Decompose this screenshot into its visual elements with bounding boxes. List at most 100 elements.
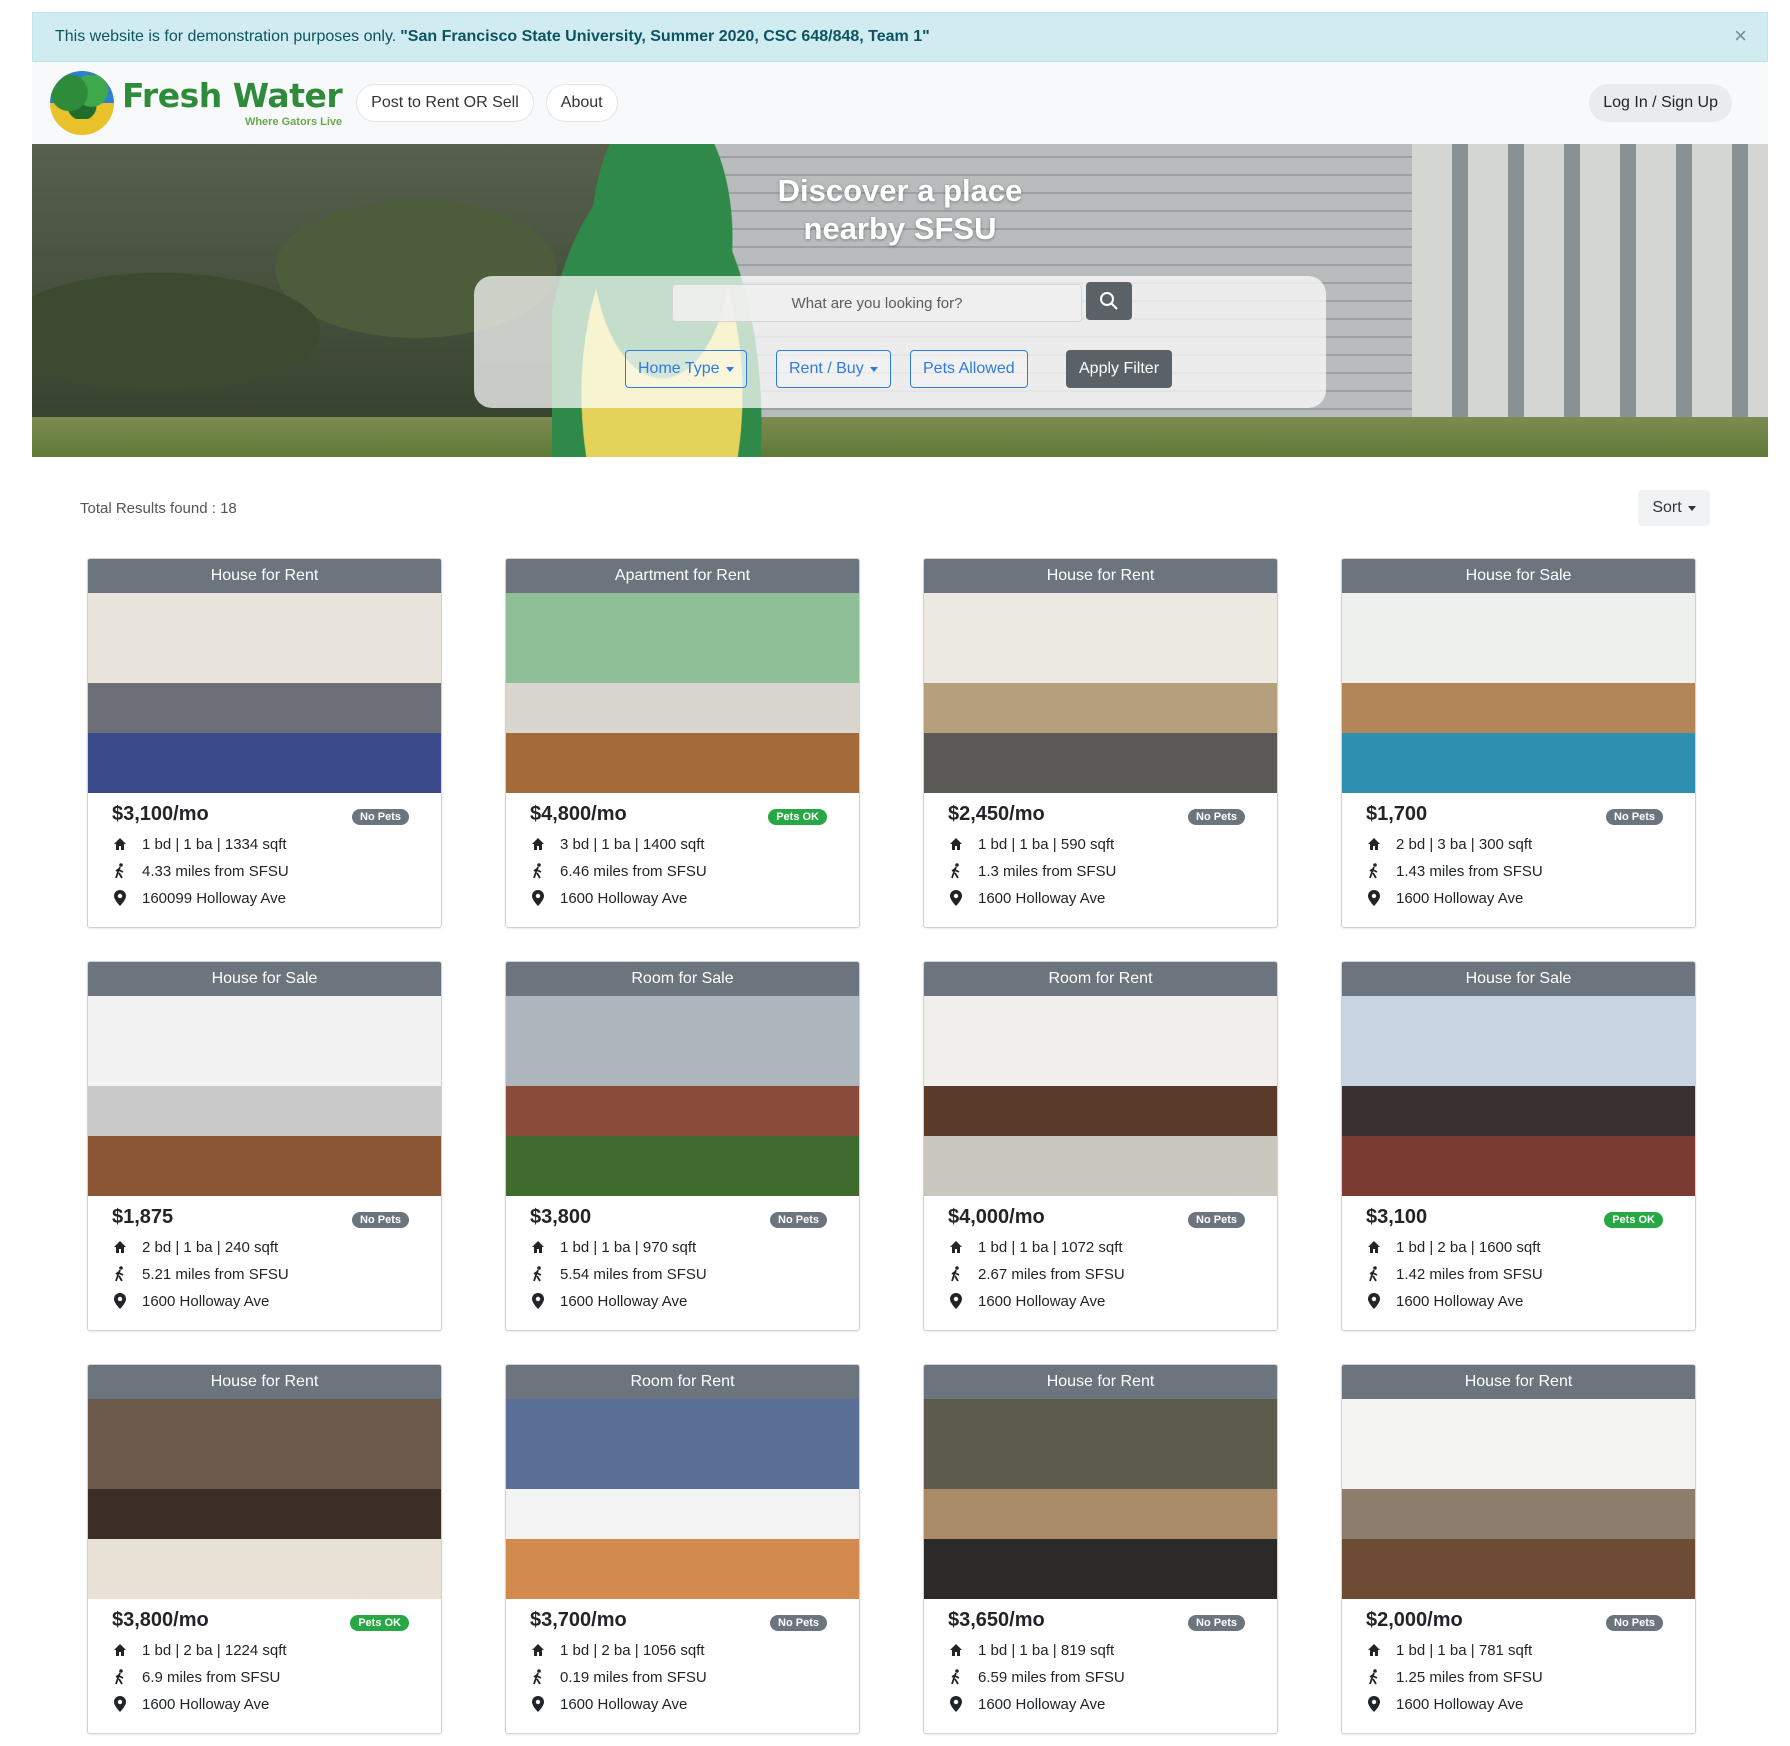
listing-photo[interactable]: [506, 996, 859, 1196]
home-icon: [112, 1642, 128, 1658]
map-pin-icon: [948, 1293, 964, 1309]
login-signup-button[interactable]: Log In / Sign Up: [1589, 84, 1732, 122]
pets-badge: Pets OK: [768, 809, 827, 825]
listing-address: 1600 Holloway Ave: [1396, 1695, 1524, 1713]
listing-card[interactable]: Room for Rent $3,700/mo No Pets 1 bd | 2 ba…: [505, 1364, 860, 1734]
listing-card[interactable]: Room for Sale $3,800 No Pets 1 bd | 1 ba | …: [505, 961, 860, 1331]
listing-photo[interactable]: [924, 593, 1277, 793]
walking-icon: [112, 863, 128, 879]
listing-distance: 4.33 miles from SFSU: [142, 862, 289, 880]
listing-photo[interactable]: [88, 593, 441, 793]
walking-icon: [530, 1669, 546, 1685]
listing-distance: 6.46 miles from SFSU: [560, 862, 707, 880]
home-icon: [530, 1642, 546, 1658]
walking-icon: [948, 1669, 964, 1685]
walking-icon: [530, 1266, 546, 1282]
listing-specs: 3 bd | 1 ba | 1400 sqft: [560, 835, 705, 853]
demo-banner: This website is for demonstration purpos…: [32, 12, 1768, 62]
pets-badge: Pets OK: [1604, 1212, 1663, 1228]
home-icon: [530, 836, 546, 852]
listing-distance: 5.21 miles from SFSU: [142, 1265, 289, 1283]
listing-specs: 2 bd | 3 ba | 300 sqft: [1396, 835, 1533, 853]
listing-card[interactable]: House for Rent $3,100/mo No Pets 1 bd | 1 b…: [87, 558, 442, 928]
walking-icon: [1366, 1266, 1382, 1282]
listing-distance: 1.43 miles from SFSU: [1396, 862, 1543, 880]
map-pin-icon: [1366, 1696, 1382, 1712]
sort-dropdown[interactable]: Sort: [1638, 490, 1710, 526]
apply-filter-button[interactable]: Apply Filter: [1066, 350, 1173, 388]
pets-allowed-toggle[interactable]: Pets Allowed: [910, 350, 1028, 388]
listing-specs: 1 bd | 2 ba | 1224 sqft: [142, 1641, 287, 1659]
listing-distance: 6.59 miles from SFSU: [978, 1668, 1125, 1686]
page-frame: This website is for demonstration purpos…: [32, 12, 1768, 457]
listing-type: House for Rent: [924, 559, 1277, 593]
listing-card[interactable]: Room for Rent $4,000/mo No Pets 1 bd | 1 ba…: [923, 961, 1278, 1331]
listing-specs: 2 bd | 1 ba | 240 sqft: [142, 1238, 279, 1256]
home-type-dropdown[interactable]: Home Type: [625, 350, 747, 388]
close-icon[interactable]: ×: [1734, 25, 1747, 47]
map-pin-icon: [1366, 1293, 1382, 1309]
listing-photo[interactable]: [88, 1399, 441, 1599]
listing-specs: 1 bd | 1 ba | 819 sqft: [978, 1641, 1115, 1659]
listing-type: Room for Rent: [506, 1365, 859, 1399]
banner-highlight: "San Francisco State University, Summer …: [400, 28, 930, 45]
pets-badge: No Pets: [1188, 809, 1245, 825]
home-icon: [948, 1642, 964, 1658]
listing-distance: 5.54 miles from SFSU: [560, 1265, 707, 1283]
listing-distance: 6.9 miles from SFSU: [142, 1668, 281, 1686]
listing-card[interactable]: House for Rent $3,650/mo No Pets 1 bd | 1 b…: [923, 1364, 1278, 1734]
listing-photo[interactable]: [1342, 593, 1695, 793]
map-pin-icon: [1366, 890, 1382, 906]
listing-photo[interactable]: [924, 1399, 1277, 1599]
caret-down-icon: [869, 366, 878, 372]
listing-specs: 1 bd | 1 ba | 1334 sqft: [142, 835, 287, 853]
walking-icon: [530, 863, 546, 879]
pets-badge: No Pets: [770, 1212, 827, 1228]
map-pin-icon: [112, 890, 128, 906]
walking-icon: [1366, 863, 1382, 879]
nav-post-link[interactable]: Post to Rent OR Sell: [356, 84, 534, 122]
nav-about-link[interactable]: About: [545, 84, 618, 122]
caret-down-icon: [725, 366, 734, 372]
listing-card[interactable]: House for Rent $3,800/mo Pets OK 1 bd | 2 b…: [87, 1364, 442, 1734]
home-icon: [1366, 1239, 1382, 1255]
map-pin-icon: [530, 1696, 546, 1712]
logo[interactable]: Fresh Water Where Gators Live: [50, 71, 343, 135]
listing-specs: 1 bd | 1 ba | 781 sqft: [1396, 1641, 1533, 1659]
map-pin-icon: [530, 890, 546, 906]
listing-specs: 1 bd | 2 ba | 1600 sqft: [1396, 1238, 1541, 1256]
search-icon: [1100, 292, 1118, 310]
listing-photo[interactable]: [506, 593, 859, 793]
listing-card[interactable]: House for Sale $3,100 Pets OK 1 bd | 2 ba |…: [1341, 961, 1696, 1331]
listing-address: 1600 Holloway Ave: [142, 1695, 270, 1713]
logo-badge-icon: [50, 71, 114, 135]
listing-card[interactable]: House for Rent $2,000/mo No Pets 1 bd | 1 b…: [1341, 1364, 1696, 1734]
listing-card[interactable]: House for Sale $1,700 No Pets 2 bd | 3 ba |…: [1341, 558, 1696, 928]
logo-tagline: Where Gators Live: [244, 116, 343, 128]
listing-type: House for Rent: [88, 1365, 441, 1399]
listing-address: 1600 Holloway Ave: [560, 1695, 688, 1713]
listing-photo[interactable]: [1342, 996, 1695, 1196]
pets-badge: No Pets: [1188, 1212, 1245, 1228]
home-icon: [112, 1239, 128, 1255]
listing-card[interactable]: Apartment for Rent $4,800/mo Pets OK 3 bd |…: [505, 558, 860, 928]
walking-icon: [112, 1669, 128, 1685]
listing-card[interactable]: House for Sale $1,875 No Pets 2 bd | 1 ba |…: [87, 961, 442, 1331]
caret-down-icon: [1687, 505, 1696, 511]
listing-photo[interactable]: [924, 996, 1277, 1196]
home-icon: [112, 836, 128, 852]
listing-address: 1600 Holloway Ave: [560, 889, 688, 907]
home-icon: [948, 836, 964, 852]
listing-photo[interactable]: [1342, 1399, 1695, 1599]
listing-address: 1600 Holloway Ave: [142, 1292, 270, 1310]
rent-buy-dropdown[interactable]: Rent / Buy: [776, 350, 891, 388]
map-pin-icon: [112, 1696, 128, 1712]
home-icon: [1366, 1642, 1382, 1658]
listing-type: Room for Rent: [924, 962, 1277, 996]
listing-address: 1600 Holloway Ave: [1396, 889, 1524, 907]
listing-card[interactable]: House for Rent $2,450/mo No Pets 1 bd | 1 b…: [923, 558, 1278, 928]
listing-photo[interactable]: [88, 996, 441, 1196]
search-input[interactable]: [672, 284, 1082, 322]
listing-photo[interactable]: [506, 1399, 859, 1599]
search-button[interactable]: [1086, 282, 1132, 320]
